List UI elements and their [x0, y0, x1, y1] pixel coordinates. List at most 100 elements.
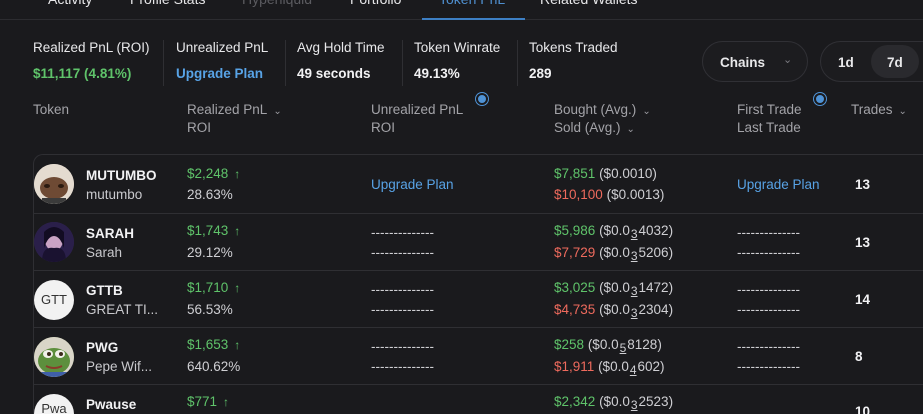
stat-hold-value: 49 seconds	[297, 66, 371, 81]
range-1d-button[interactable]: 1d	[838, 55, 854, 70]
token-symbol[interactable]: PWG	[86, 340, 118, 355]
sold-value: $4,735 ($0.032304)	[554, 302, 673, 320]
tab-hyperliquid[interactable]: Hyperliquid	[242, 0, 312, 11]
bought-amount: $5,986	[554, 223, 596, 238]
stat-token-winrate: Token Winrate 49.13%	[414, 40, 500, 81]
pepe-icon	[34, 337, 74, 377]
avg-prefix: ($0.0	[599, 280, 630, 295]
token-avatar	[34, 164, 74, 204]
capybara-icon	[34, 164, 74, 204]
tab-token-pnl[interactable]: Token PnL	[439, 0, 505, 11]
realized-pnl-value: $1,653 ↑	[187, 337, 240, 352]
realized-amount: $1,653	[187, 337, 229, 352]
zero-count: 5	[619, 341, 627, 355]
bought-value: $5,986 ($0.034032)	[554, 223, 673, 241]
stat-unrealized-label: Unrealized PnL	[176, 40, 269, 55]
trades-count: 10	[855, 404, 871, 414]
header-realized-roi[interactable]: ROI	[187, 120, 211, 135]
realized-amount: $771	[187, 394, 218, 409]
trades-count: 8	[855, 349, 863, 364]
unrealized-pnl-placeholder: --------------	[371, 225, 434, 240]
token-symbol[interactable]: SARAH	[86, 226, 134, 241]
trades-count: 14	[855, 292, 871, 307]
chevron-down-icon: ⌄	[783, 54, 793, 66]
stat-unrealized-pnl: Unrealized PnL Upgrade Plan	[176, 40, 269, 81]
sold-avg: ($0.0013)	[606, 187, 665, 202]
stat-divider	[517, 40, 518, 86]
sold-value: $10,100 ($0.0013)	[554, 187, 664, 202]
first-trade-placeholder: --------------	[737, 282, 800, 297]
tab-activity[interactable]: Activity	[48, 0, 92, 11]
upgrade-plan-link[interactable]: Upgrade Plan	[371, 177, 454, 192]
stat-divider	[402, 40, 403, 86]
upgrade-plan-link[interactable]: Upgrade Plan	[176, 66, 263, 81]
token-avatar	[34, 337, 74, 377]
token-name: mutumbo	[86, 187, 143, 202]
token-name: Pepe Wif...	[86, 359, 153, 374]
bought-avg: ($0.058128)	[587, 337, 662, 355]
tab-profile-stats[interactable]: Profile Stats	[130, 0, 205, 11]
chevron-down-icon: ⌄	[642, 106, 651, 117]
last-trade-placeholder: --------------	[737, 302, 800, 317]
info-dot-icon[interactable]	[814, 93, 826, 105]
header-bought[interactable]: Bought (Avg.) ⌄	[554, 102, 651, 117]
first-trade-placeholder: --------------	[737, 225, 800, 240]
header-realized-pnl[interactable]: Realized PnL ⌄	[187, 102, 282, 117]
sold-value: $1,911 ($0.04602)	[554, 359, 665, 377]
token-avatar	[34, 222, 74, 262]
header-trades[interactable]: Trades ⌄	[851, 102, 907, 117]
chevron-down-icon: ⌄	[626, 124, 635, 135]
token-name: GREAT TI...	[86, 302, 159, 317]
row-divider	[33, 327, 923, 328]
sold-avg: ($0.032304)	[599, 302, 673, 320]
chains-dropdown[interactable]: Chains ⌄	[702, 41, 808, 82]
stat-traded-label: Tokens Traded	[529, 40, 618, 55]
bought-amount: $7,851	[554, 166, 596, 181]
info-dot-icon[interactable]	[476, 93, 488, 105]
token-symbol[interactable]: GTTB	[86, 283, 123, 298]
zero-count: 3	[630, 284, 638, 298]
last-trade-placeholder: --------------	[737, 245, 800, 260]
tab-related-wallets[interactable]: Related Wallets	[540, 0, 638, 11]
bought-amount: $258	[554, 337, 585, 352]
header-first-trade[interactable]: First Trade	[737, 102, 802, 117]
bought-avg: ($0.031472)	[599, 280, 674, 298]
avg-prefix: ($0.0	[599, 394, 630, 409]
header-sold[interactable]: Sold (Avg.) ⌄	[554, 120, 635, 135]
sold-value: $7,729 ($0.035206)	[554, 245, 673, 263]
stat-tokens-traded: Tokens Traded 289	[529, 40, 618, 81]
bought-value: $7,851 ($0.0010)	[554, 166, 657, 181]
zero-count: 3	[630, 249, 638, 263]
upgrade-plan-link[interactable]: Upgrade Plan	[737, 177, 820, 192]
avg-prefix: ($0.0	[599, 223, 630, 238]
header-last-trade[interactable]: Last Trade	[737, 120, 801, 135]
header-unrealized-pnl[interactable]: Unrealized PnL	[371, 102, 463, 117]
token-symbol[interactable]: Pwause	[86, 397, 136, 412]
stat-hold-label: Avg Hold Time	[297, 40, 385, 55]
stat-traded-value: 289	[529, 66, 552, 81]
sold-amount: $1,911	[554, 359, 595, 374]
unrealized-pnl-placeholder: --------------	[371, 282, 434, 297]
tab-portfolio[interactable]: Portfolio	[350, 0, 401, 11]
chevron-down-icon: ⌄	[273, 106, 282, 117]
sold-amount: $4,735	[554, 302, 596, 317]
avg-suffix: 1472)	[638, 280, 674, 295]
realized-amount: $1,710	[187, 280, 229, 295]
avg-suffix: 602)	[637, 359, 665, 374]
realized-pnl-value: $1,743 ↑	[187, 223, 240, 238]
avg-suffix: 8128)	[627, 337, 662, 352]
avg-prefix: ($0.0	[587, 337, 619, 352]
bought-avg: ($0.0010)	[599, 166, 657, 181]
roi-value: 56.53%	[187, 302, 233, 317]
sold-avg: ($0.04602)	[598, 359, 665, 377]
realized-amount: $2,248	[187, 166, 229, 181]
header-unrealized-roi[interactable]: ROI	[371, 120, 395, 135]
avg-suffix: 2523)	[638, 394, 674, 409]
token-symbol[interactable]: MUTUMBO	[86, 168, 157, 183]
token-name: Sarah	[86, 245, 123, 260]
bought-value: $258 ($0.058128)	[554, 337, 662, 355]
sold-avg: ($0.035206)	[599, 245, 673, 263]
arrow-up-icon: ↑	[234, 167, 241, 181]
range-7d-button[interactable]: 7d	[887, 55, 903, 70]
avatar-initials: GTT	[41, 292, 67, 307]
